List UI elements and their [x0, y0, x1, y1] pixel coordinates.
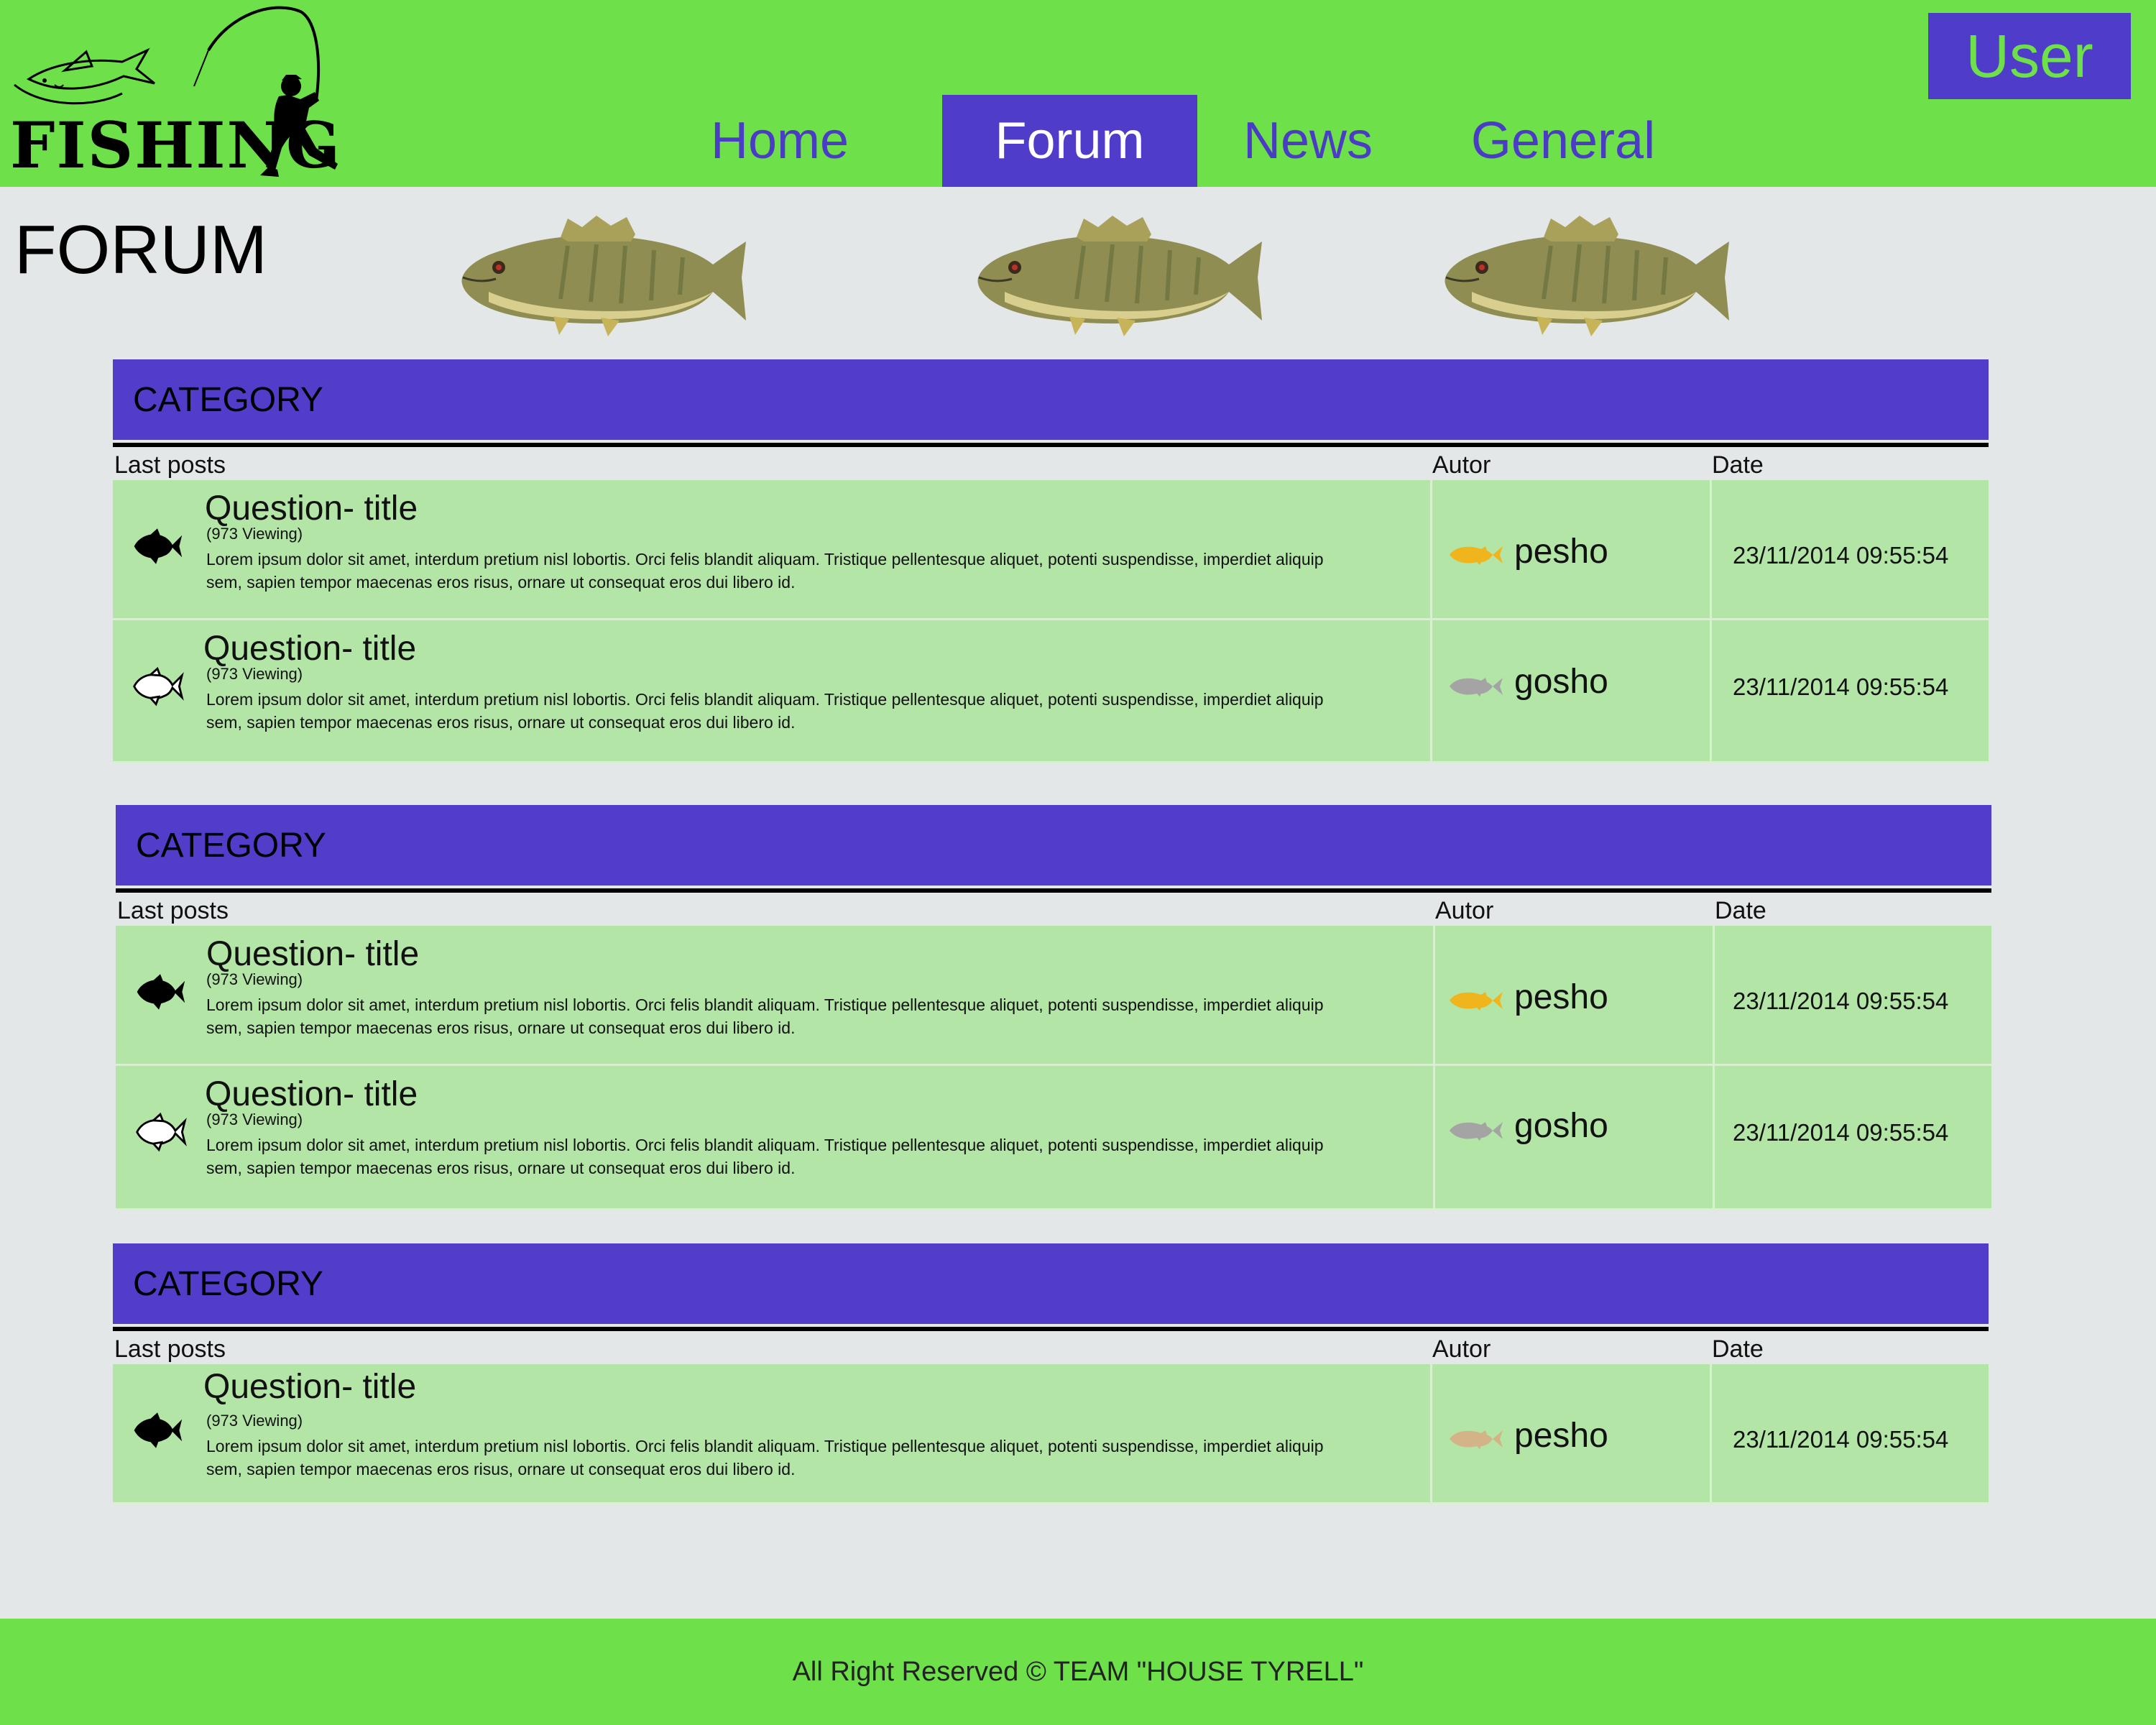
author-link[interactable]: pesho: [1514, 532, 1608, 571]
post-date: 23/11/2014 09:55:54: [1733, 1119, 1949, 1146]
nav-news[interactable]: News: [1215, 95, 1401, 187]
post-date: 23/11/2014 09:55:54: [1733, 988, 1949, 1014]
forum-category-section: CATEGORY Last posts Autor Date Question-…: [116, 805, 1991, 1210]
post-row[interactable]: Question- title (973 Viewing) Lorem ipsu…: [116, 926, 1991, 1066]
column-divider: [1713, 926, 1715, 1064]
post-row[interactable]: Question- title (973 Viewing) Lorem ipsu…: [113, 480, 1989, 620]
post-row[interactable]: Question- title (973 Viewing) Lorem ipsu…: [116, 1066, 1991, 1210]
post-title-link[interactable]: Question- title: [203, 1367, 416, 1407]
forum-category-section: CATEGORY Last posts Autor Date Question-…: [113, 1243, 1989, 1504]
nav-home[interactable]: Home: [683, 95, 877, 187]
site-footer: All Right Reserved © TEAM "HOUSE TYRELL": [0, 1619, 2156, 1725]
column-divider: [1710, 620, 1712, 761]
fish-filled-icon: [130, 1409, 185, 1452]
post-view-count: (973 Viewing): [206, 1110, 303, 1128]
column-divider: [1710, 1364, 1712, 1502]
gray-fish-icon: [1448, 672, 1506, 701]
col-author: Autor: [1432, 1335, 1491, 1363]
post-view-count: (973 Viewing): [206, 1412, 303, 1430]
col-date: Date: [1712, 1335, 1764, 1363]
post-title-link[interactable]: Question- title: [205, 489, 418, 528]
fish-filled-icon: [133, 970, 188, 1013]
site-header: FISHING Home Forum News General User: [0, 0, 2156, 187]
category-header[interactable]: CATEGORY: [113, 1243, 1989, 1324]
post-date: 23/11/2014 09:55:54: [1733, 673, 1949, 700]
column-divider: [1433, 926, 1435, 1064]
gray-fish-icon: [1448, 1116, 1506, 1145]
post-row[interactable]: Question- title (973 Viewing) Lorem ipsu…: [113, 620, 1989, 763]
post-excerpt: Lorem ipsum dolor sit amet, interdum pre…: [206, 1136, 1324, 1177]
col-author: Autor: [1435, 897, 1494, 924]
nav-general[interactable]: General: [1445, 95, 1682, 187]
author-link[interactable]: pesho: [1514, 1416, 1608, 1455]
column-divider: [1713, 1066, 1715, 1208]
post-title-link[interactable]: Question- title: [206, 934, 419, 974]
col-date: Date: [1712, 451, 1764, 479]
post-excerpt: Lorem ipsum dolor sit amet, interdum pre…: [206, 690, 1324, 732]
post-view-count: (973 Viewing): [206, 665, 303, 683]
col-author: Autor: [1432, 451, 1491, 479]
fish-filled-icon: [130, 525, 185, 568]
column-divider: [1430, 1364, 1432, 1502]
post-date: 23/11/2014 09:55:54: [1733, 542, 1949, 569]
col-last-posts: Last posts: [114, 1335, 226, 1363]
post-date: 23/11/2014 09:55:54: [1733, 1426, 1949, 1453]
gold-fish-icon: [1448, 540, 1506, 569]
column-headers: Last posts Autor Date: [113, 1331, 1989, 1364]
tan-fish-icon: [1448, 1425, 1506, 1453]
post-view-count: (973 Viewing): [206, 525, 303, 543]
nav-forum[interactable]: Forum: [942, 95, 1197, 187]
column-headers: Last posts Autor Date: [116, 893, 1991, 926]
bass-fish-image: [460, 213, 747, 339]
post-view-count: (973 Viewing): [206, 970, 303, 988]
forum-category-section: CATEGORY Last posts Autor Date Question-…: [113, 359, 1989, 763]
column-divider: [1430, 480, 1432, 618]
col-last-posts: Last posts: [117, 897, 229, 924]
author-link[interactable]: gosho: [1514, 662, 1608, 702]
column-headers: Last posts Autor Date: [113, 447, 1989, 480]
column-divider: [1430, 620, 1432, 761]
col-date: Date: [1715, 897, 1766, 924]
author-link[interactable]: gosho: [1514, 1106, 1608, 1146]
post-excerpt: Lorem ipsum dolor sit amet, interdum pre…: [206, 550, 1324, 592]
post-title-link[interactable]: Question- title: [203, 629, 416, 668]
post-excerpt: Lorem ipsum dolor sit amet, interdum pre…: [206, 1437, 1324, 1478]
post-excerpt: Lorem ipsum dolor sit amet, interdum pre…: [206, 995, 1324, 1037]
bass-fish-image: [1443, 213, 1731, 339]
author-link[interactable]: pesho: [1514, 978, 1608, 1017]
fish-outline-icon: [133, 1110, 188, 1154]
col-last-posts: Last posts: [114, 451, 226, 479]
post-row[interactable]: Question- title (973 Viewing) Lorem ipsu…: [113, 1364, 1989, 1504]
site-logo[interactable]: FISHING: [0, 0, 352, 187]
copyright-text: All Right Reserved © TEAM "HOUSE TYRELL": [792, 1656, 1364, 1687]
post-title-link[interactable]: Question- title: [205, 1075, 418, 1114]
gold-fish-icon: [1448, 986, 1506, 1015]
bass-fish-image: [976, 213, 1263, 339]
fish-outline-icon: [130, 665, 185, 708]
user-button[interactable]: User: [1928, 13, 2131, 99]
logo-text: FISHING: [10, 108, 342, 183]
category-header[interactable]: CATEGORY: [113, 359, 1989, 440]
category-header[interactable]: CATEGORY: [116, 805, 1991, 886]
page-title: FORUM: [14, 211, 267, 288]
column-divider: [1710, 480, 1712, 618]
column-divider: [1433, 1066, 1435, 1208]
